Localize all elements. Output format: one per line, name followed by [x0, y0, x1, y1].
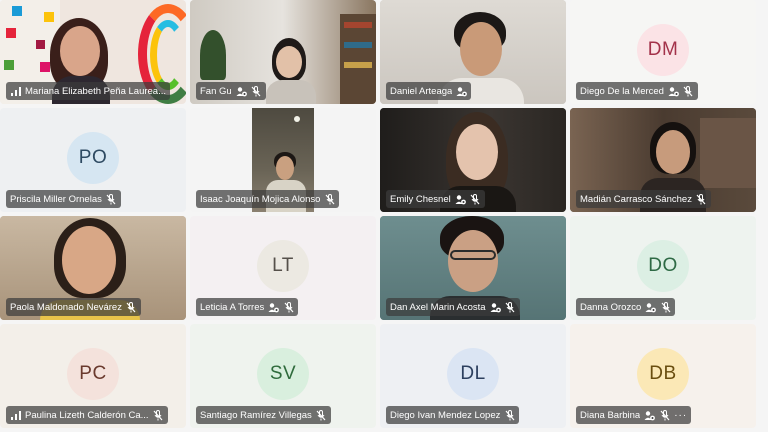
participant-tile[interactable]: DL Diego Ivan Mendez Lopez: [380, 324, 566, 428]
participant-name: Danna Orozco: [580, 301, 642, 313]
participant-name: Isaac Joaquín Mojica Alonso: [200, 193, 321, 205]
participant-name: Emily Chesnel: [390, 193, 451, 205]
mic-muted-icon: [126, 301, 137, 313]
participant-name: Leticia A Torres: [200, 301, 265, 313]
mic-muted-icon: [106, 193, 117, 205]
mic-muted-icon: [251, 85, 262, 97]
participant-label: Emily Chesnel: [386, 190, 485, 208]
participant-badge-icon: [268, 302, 280, 313]
participant-tile[interactable]: PC Paulina Lizeth Calderón Ca...: [0, 324, 186, 428]
participant-name: Fan Gu: [200, 85, 232, 97]
avatar: DL: [447, 348, 499, 400]
mic-muted-icon: [324, 193, 335, 205]
participant-name: Diana Barbina: [580, 409, 641, 421]
participant-tile[interactable]: Mariana Elizabeth Peña Laurea...: [0, 0, 186, 104]
more-options-button[interactable]: ···: [674, 410, 687, 421]
participant-name: Mariana Elizabeth Peña Laurea...: [25, 85, 167, 97]
participant-tile[interactable]: Paola Maldonado Nevárez: [0, 216, 186, 320]
participant-tile[interactable]: Dan Axel Marin Acosta: [380, 216, 566, 320]
avatar: LT: [257, 240, 309, 292]
participant-tile[interactable]: SV Santiago Ramírez Villegas: [190, 324, 376, 428]
participant-tile[interactable]: DO Danna Orozco: [570, 216, 756, 320]
participant-badge-icon: [236, 86, 247, 97]
mic-muted-icon: [153, 409, 164, 421]
participant-grid: Mariana Elizabeth Peña Laurea... Fan Gu: [0, 0, 768, 432]
avatar: PC: [67, 348, 119, 400]
avatar: DB: [637, 348, 689, 400]
participant-name: Priscila Miller Ornelas: [10, 193, 102, 205]
participant-tile[interactable]: PO Priscila Miller Ornelas: [0, 108, 186, 212]
participant-name: Diego De la Merced: [580, 85, 664, 97]
network-signal-icon: [10, 86, 21, 97]
participant-tile[interactable]: Daniel Arteaga: [380, 0, 566, 104]
mic-muted-icon: [316, 409, 327, 421]
participant-badge-icon: [644, 410, 656, 421]
participant-badge-icon: [456, 86, 468, 97]
participant-label: Paola Maldonado Nevárez: [6, 298, 141, 316]
mic-muted-icon: [504, 409, 515, 421]
participant-label: Diego De la Merced: [576, 82, 698, 100]
mic-muted-icon: [659, 409, 670, 421]
avatar: PO: [67, 132, 119, 184]
participant-label: Madián Carrasco Sánchez: [576, 190, 711, 208]
participant-name: Paola Maldonado Nevárez: [10, 301, 122, 313]
mic-muted-icon: [505, 301, 516, 313]
participant-label: Fan Gu: [196, 82, 266, 100]
participant-label: Santiago Ramírez Villegas: [196, 406, 331, 424]
mic-muted-icon: [660, 301, 671, 313]
participant-badge-icon: [645, 302, 657, 313]
participant-badge-icon: [455, 194, 466, 205]
participant-label: Diana Barbina ···: [576, 406, 692, 424]
participant-tile[interactable]: Madián Carrasco Sánchez: [570, 108, 756, 212]
participant-tile[interactable]: DB Diana Barbina ···: [570, 324, 756, 428]
participant-name: Daniel Arteaga: [390, 85, 453, 97]
mic-muted-icon: [470, 193, 481, 205]
mic-muted-icon: [683, 85, 694, 97]
participant-name: Diego Ivan Mendez Lopez: [390, 409, 501, 421]
participant-label: Paulina Lizeth Calderón Ca...: [6, 406, 168, 424]
participant-badge-icon: [668, 86, 679, 97]
participant-tile[interactable]: Fan Gu: [190, 0, 376, 104]
avatar: DM: [637, 24, 689, 76]
mic-muted-icon: [696, 193, 707, 205]
participant-name: Dan Axel Marin Acosta: [390, 301, 486, 313]
participant-tile[interactable]: Emily Chesnel: [380, 108, 566, 212]
participant-label: Mariana Elizabeth Peña Laurea...: [6, 82, 171, 100]
avatar: SV: [257, 348, 309, 400]
participant-tile[interactable]: DM Diego De la Merced: [570, 0, 756, 104]
participant-tile[interactable]: Isaac Joaquín Mojica Alonso: [190, 108, 376, 212]
participant-label: Isaac Joaquín Mojica Alonso: [196, 190, 340, 208]
participant-label: Danna Orozco: [576, 298, 676, 316]
participant-badge-icon: [490, 302, 501, 313]
participant-label: Diego Ivan Mendez Lopez: [386, 406, 520, 424]
participant-name: Santiago Ramírez Villegas: [200, 409, 312, 421]
mic-muted-icon: [283, 301, 294, 313]
participant-label: Priscila Miller Ornelas: [6, 190, 121, 208]
participant-label: Dan Axel Marin Acosta: [386, 298, 520, 316]
participant-label: Leticia A Torres: [196, 298, 299, 316]
network-signal-icon: [10, 410, 21, 421]
participant-name: Madián Carrasco Sánchez: [580, 193, 692, 205]
participant-tile[interactable]: LT Leticia A Torres: [190, 216, 376, 320]
participant-label: Daniel Arteaga: [386, 82, 472, 100]
avatar: DO: [637, 240, 689, 292]
participant-name: Paulina Lizeth Calderón Ca...: [25, 409, 149, 421]
